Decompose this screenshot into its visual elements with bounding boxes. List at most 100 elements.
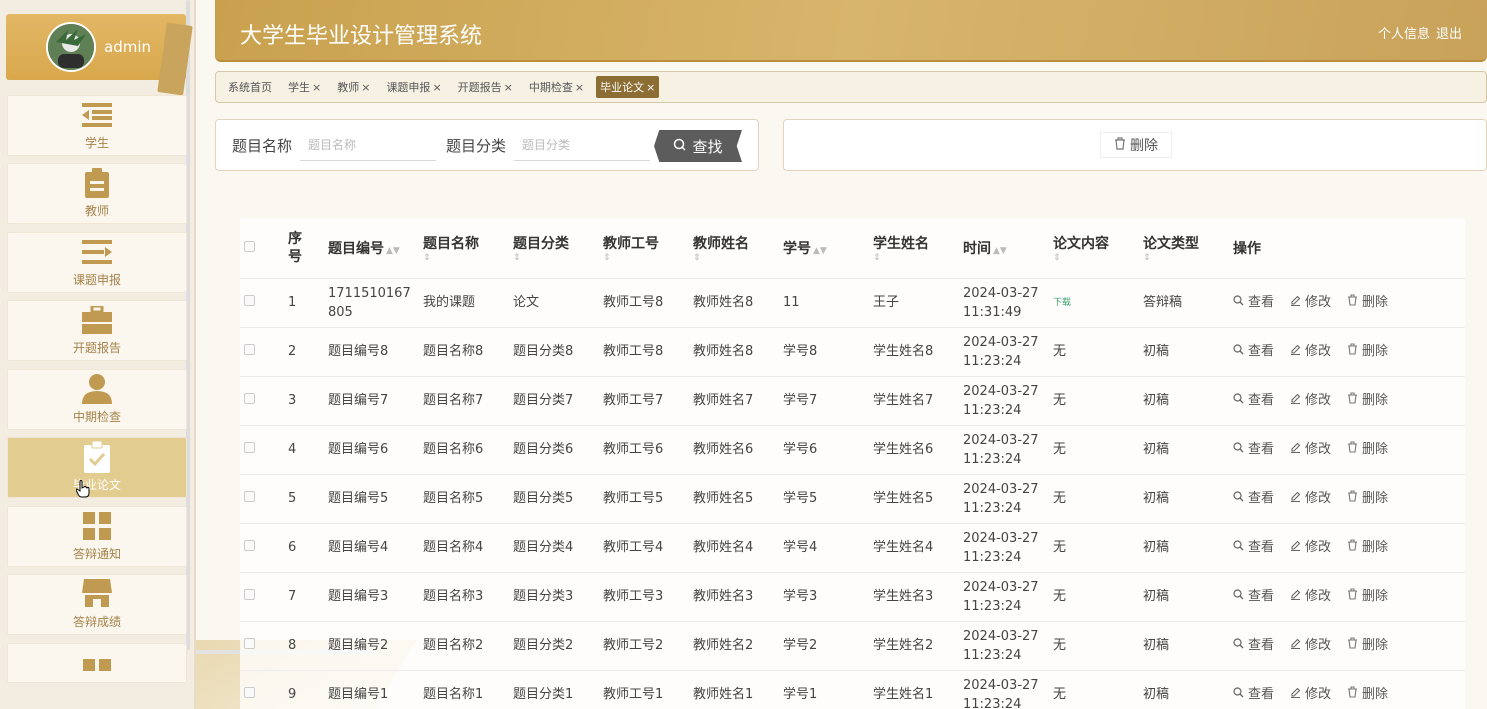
edit-button[interactable]: 修改 — [1290, 636, 1331, 655]
delete-button[interactable]: 删除 — [1347, 440, 1388, 459]
download-link[interactable]: 下载 — [1053, 298, 1071, 308]
sort-icon[interactable]: ⇕ — [1143, 253, 1229, 263]
category-search-input[interactable] — [514, 129, 651, 161]
search-icon — [1233, 440, 1244, 459]
sort-icon[interactable]: ⇕ — [603, 253, 689, 263]
batch-delete-button[interactable]: 删除 — [1100, 132, 1172, 158]
col-student-id[interactable]: 学号 ▲▼ — [779, 218, 869, 278]
sort-icon[interactable]: ▲▼ — [386, 246, 400, 256]
cell-category: 论文 — [513, 295, 540, 310]
search-button-label: 查找 — [692, 137, 723, 156]
close-icon[interactable]: × — [361, 81, 370, 94]
row-checkbox[interactable] — [244, 687, 255, 698]
tab-midterm-check[interactable]: 中期检查 × — [525, 76, 588, 98]
delete-button[interactable]: 删除 — [1347, 293, 1388, 312]
sort-icon[interactable]: ▲▼ — [813, 246, 827, 256]
row-checkbox[interactable] — [244, 491, 255, 502]
view-button[interactable]: 查看 — [1233, 391, 1274, 410]
col-type[interactable]: 论文类型 ⇕ — [1139, 218, 1229, 278]
select-all-checkbox[interactable] — [244, 240, 255, 252]
col-teacher-id[interactable]: 教师工号 ⇕ — [599, 218, 689, 278]
sidebar-item-proposal-report[interactable]: 开题报告 — [7, 300, 187, 361]
col-content[interactable]: 论文内容 ⇕ — [1049, 218, 1139, 278]
title-search-input[interactable] — [300, 129, 437, 161]
edit-button[interactable]: 修改 — [1290, 685, 1331, 704]
edit-icon — [1290, 342, 1301, 361]
row-checkbox[interactable] — [244, 540, 255, 551]
close-icon[interactable]: × — [575, 81, 584, 94]
edit-button[interactable]: 修改 — [1290, 538, 1331, 557]
col-time[interactable]: 时间 ▲▼ — [959, 218, 1049, 278]
tab-home[interactable]: 系统首页 — [224, 76, 276, 98]
sidebar-item-thesis[interactable]: 毕业论文 — [7, 437, 187, 498]
row-checkbox[interactable] — [244, 638, 255, 649]
col-name[interactable]: 题目名称 ⇕ — [419, 218, 509, 278]
delete-button[interactable]: 删除 — [1347, 489, 1388, 508]
delete-button[interactable]: 删除 — [1347, 636, 1388, 655]
edit-button[interactable]: 修改 — [1290, 587, 1331, 606]
edit-button[interactable]: 修改 — [1290, 440, 1331, 459]
search-button[interactable]: 查找 — [654, 130, 742, 162]
tab-label: 教师 — [337, 81, 360, 94]
tab-thesis[interactable]: 毕业论文 × — [596, 76, 660, 98]
col-student-name[interactable]: 学生姓名 ⇕ — [869, 218, 959, 278]
edit-button[interactable]: 修改 — [1290, 342, 1331, 361]
col-ops-label: 操作 — [1233, 240, 1261, 257]
table-row: 9 题目编号1 题目名称1 题目分类1 教师工号1 教师姓名1 学号1 学生姓名1 2024-0… — [240, 670, 1465, 709]
logout-link[interactable]: 退出 — [1436, 23, 1462, 42]
cell-time: 2024-03-27 11:23:24 — [959, 523, 1049, 572]
sidebar-item-teachers[interactable]: 教师 — [7, 163, 187, 224]
view-button[interactable]: 查看 — [1233, 342, 1274, 361]
sort-icon[interactable]: ⇕ — [873, 253, 959, 263]
row-checkbox[interactable] — [244, 589, 255, 600]
row-checkbox[interactable] — [244, 295, 255, 306]
tab-topic-declaration[interactable]: 课题申报 × — [382, 76, 445, 98]
sort-icon[interactable]: ⇕ — [513, 253, 599, 263]
sidebar-item-students[interactable]: 学生 — [7, 95, 187, 156]
sidebar-item-partial[interactable] — [7, 643, 187, 683]
tab-teachers[interactable]: 教师 × — [333, 76, 374, 98]
profile-link[interactable]: 个人信息 — [1378, 23, 1430, 42]
sidebar-item-midterm-check[interactable]: 中期检查 — [7, 369, 187, 430]
delete-button[interactable]: 删除 — [1347, 538, 1388, 557]
edit-button[interactable]: 修改 — [1290, 489, 1331, 508]
user-name[interactable]: admin — [104, 38, 151, 56]
view-button[interactable]: 查看 — [1233, 293, 1274, 312]
edit-button[interactable]: 修改 — [1290, 391, 1331, 410]
sort-icon[interactable]: ⇕ — [693, 253, 779, 263]
view-button[interactable]: 查看 — [1233, 636, 1274, 655]
sort-icon[interactable]: ⇕ — [423, 253, 509, 263]
cell-content[interactable]: 下载 — [1049, 278, 1139, 327]
hand-cursor-icon — [75, 480, 90, 502]
view-button[interactable]: 查看 — [1233, 489, 1274, 508]
sort-icon[interactable]: ⇕ — [1053, 253, 1139, 263]
view-button[interactable]: 查看 — [1233, 587, 1274, 606]
view-button[interactable]: 查看 — [1233, 685, 1274, 704]
delete-button[interactable]: 删除 — [1347, 685, 1388, 704]
list-icon — [81, 100, 113, 130]
close-icon[interactable]: × — [312, 81, 321, 94]
col-teacher-name[interactable]: 教师姓名 ⇕ — [689, 218, 779, 278]
sidebar-item-defense-score[interactable]: 答辩成绩 — [7, 574, 187, 635]
tab-students[interactable]: 学生 × — [284, 76, 325, 98]
row-checkbox[interactable] — [244, 393, 255, 404]
close-icon[interactable]: × — [432, 81, 441, 94]
sidebar-item-topic-declaration[interactable]: 课题申报 — [7, 232, 187, 293]
edit-button[interactable]: 修改 — [1290, 293, 1331, 312]
sidebar-item-defense-notice[interactable]: 答辩通知 — [7, 506, 187, 567]
cell-teacher-id: 教师工号1 — [603, 687, 664, 702]
tab-proposal-report[interactable]: 开题报告 × — [454, 76, 517, 98]
close-icon[interactable]: × — [504, 81, 513, 94]
row-checkbox[interactable] — [244, 442, 255, 453]
close-icon[interactable]: × — [646, 81, 655, 94]
delete-button[interactable]: 删除 — [1347, 587, 1388, 606]
row-checkbox[interactable] — [244, 344, 255, 355]
cell-category: 题目分类3 — [513, 589, 574, 604]
sort-icon[interactable]: ▲▼ — [993, 246, 1007, 256]
col-code[interactable]: 题目编号 ▲▼ — [324, 218, 419, 278]
delete-button[interactable]: 删除 — [1347, 342, 1388, 361]
view-button[interactable]: 查看 — [1233, 440, 1274, 459]
delete-button[interactable]: 删除 — [1347, 391, 1388, 410]
col-category[interactable]: 题目分类 ⇕ — [509, 218, 599, 278]
view-button[interactable]: 查看 — [1233, 538, 1274, 557]
